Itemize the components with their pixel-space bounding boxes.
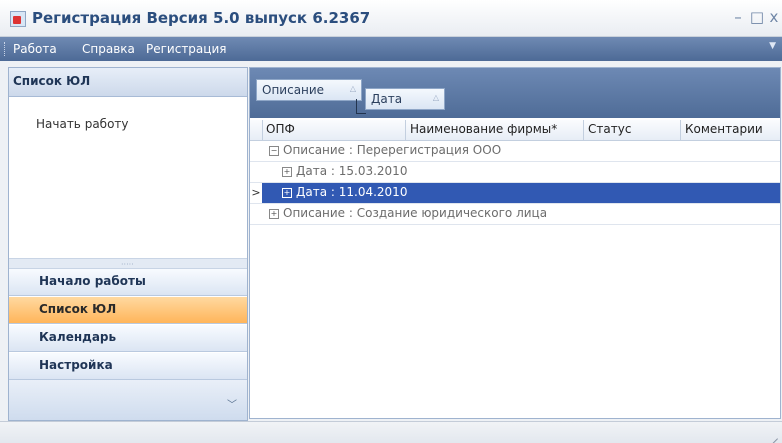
- chevron-down-icon[interactable]: ﹀: [227, 396, 237, 411]
- main-window: Регистрация Версия 5.0 выпуск 6.2367 – □…: [0, 0, 782, 443]
- group-row-label: Дата : 11.04.2010: [296, 185, 408, 199]
- nav-pane-title: Список ЮЛ: [13, 74, 91, 88]
- column-separator: [262, 120, 263, 140]
- start-work-link[interactable]: Начать работу: [36, 117, 129, 131]
- close-button[interactable]: x: [766, 8, 782, 26]
- group-row-label: Дата : 15.03.2010: [296, 164, 408, 178]
- nav-settings[interactable]: Настройка: [9, 353, 247, 380]
- status-bar: [0, 421, 782, 443]
- menu-overflow-icon[interactable]: ▼: [769, 41, 776, 51]
- column-separator: [405, 120, 406, 140]
- collapse-icon[interactable]: −: [269, 146, 279, 156]
- menu-bar: Работа Справка Регистрация ▼: [0, 37, 782, 61]
- navigation-pane: Список ЮЛ Начать работу ····· Начало раб…: [8, 67, 248, 421]
- column-header-company-name[interactable]: Наименование фирмы*: [410, 122, 557, 136]
- nav-calendar-label: Календарь: [39, 330, 117, 344]
- sort-asc-icon: △: [432, 93, 439, 102]
- sort-asc-icon: △: [349, 84, 356, 93]
- column-separator: [680, 120, 681, 140]
- group-row-label: Описание : Перерегистрация ООО: [283, 143, 502, 157]
- nav-calendar[interactable]: Календарь: [9, 325, 247, 352]
- menu-work[interactable]: Работа: [13, 42, 57, 56]
- group-chip-description[interactable]: Описание △: [256, 79, 362, 101]
- nav-company-list[interactable]: Список ЮЛ: [9, 297, 247, 324]
- group-row[interactable]: + Дата : 15.03.2010: [250, 162, 780, 183]
- current-row-indicator-icon: >: [250, 183, 262, 203]
- grid-pane: Описание △ Дата △ ОПФ Наименование фирмы…: [249, 67, 781, 419]
- group-by-panel: Описание △ Дата △: [250, 68, 780, 118]
- group-chip-date[interactable]: Дата △: [365, 88, 445, 110]
- column-header-comments[interactable]: Коментарии: [685, 122, 763, 136]
- nav-start-label: Начало работы: [39, 274, 146, 288]
- menu-grip-icon: [4, 42, 7, 56]
- column-header-status[interactable]: Статус: [588, 122, 631, 136]
- column-separator: [583, 120, 584, 140]
- expand-icon[interactable]: +: [282, 188, 292, 198]
- group-row[interactable]: − Описание : Перерегистрация ООО: [250, 141, 780, 162]
- expand-icon[interactable]: +: [269, 209, 279, 219]
- menu-registration[interactable]: Регистрация: [146, 42, 226, 56]
- nav-start[interactable]: Начало работы: [9, 269, 247, 296]
- resize-grip-icon[interactable]: [766, 427, 778, 439]
- splitter-grip-icon: ·····: [121, 260, 134, 269]
- grid-column-header: ОПФ Наименование фирмы* Статус Коментари…: [250, 120, 780, 141]
- nav-company-list-label: Список ЮЛ: [39, 302, 117, 316]
- column-header-opf[interactable]: ОПФ: [266, 122, 295, 136]
- group-row-label: Описание : Создание юридического лица: [283, 206, 548, 220]
- nav-pane-splitter[interactable]: ·····: [9, 258, 247, 269]
- group-row[interactable]: + Описание : Создание юридического лица: [250, 204, 780, 225]
- group-row-selected[interactable]: > + Дата : 11.04.2010: [250, 183, 780, 204]
- group-chip-description-label: Описание: [262, 83, 325, 97]
- maximize-button[interactable]: □: [749, 8, 765, 26]
- group-chip-date-label: Дата: [371, 92, 403, 106]
- menu-help[interactable]: Справка: [82, 42, 135, 56]
- window-title: Регистрация Версия 5.0 выпуск 6.2367: [32, 9, 371, 27]
- nav-pane-header: Список ЮЛ: [9, 68, 247, 97]
- nav-pane-footer: ﹀: [9, 380, 247, 420]
- nav-settings-label: Настройка: [39, 358, 113, 372]
- app-icon: [10, 11, 26, 27]
- expand-icon[interactable]: +: [282, 167, 292, 177]
- minimize-button[interactable]: –: [730, 8, 746, 26]
- title-bar: Регистрация Версия 5.0 выпуск 6.2367 – □…: [0, 0, 782, 37]
